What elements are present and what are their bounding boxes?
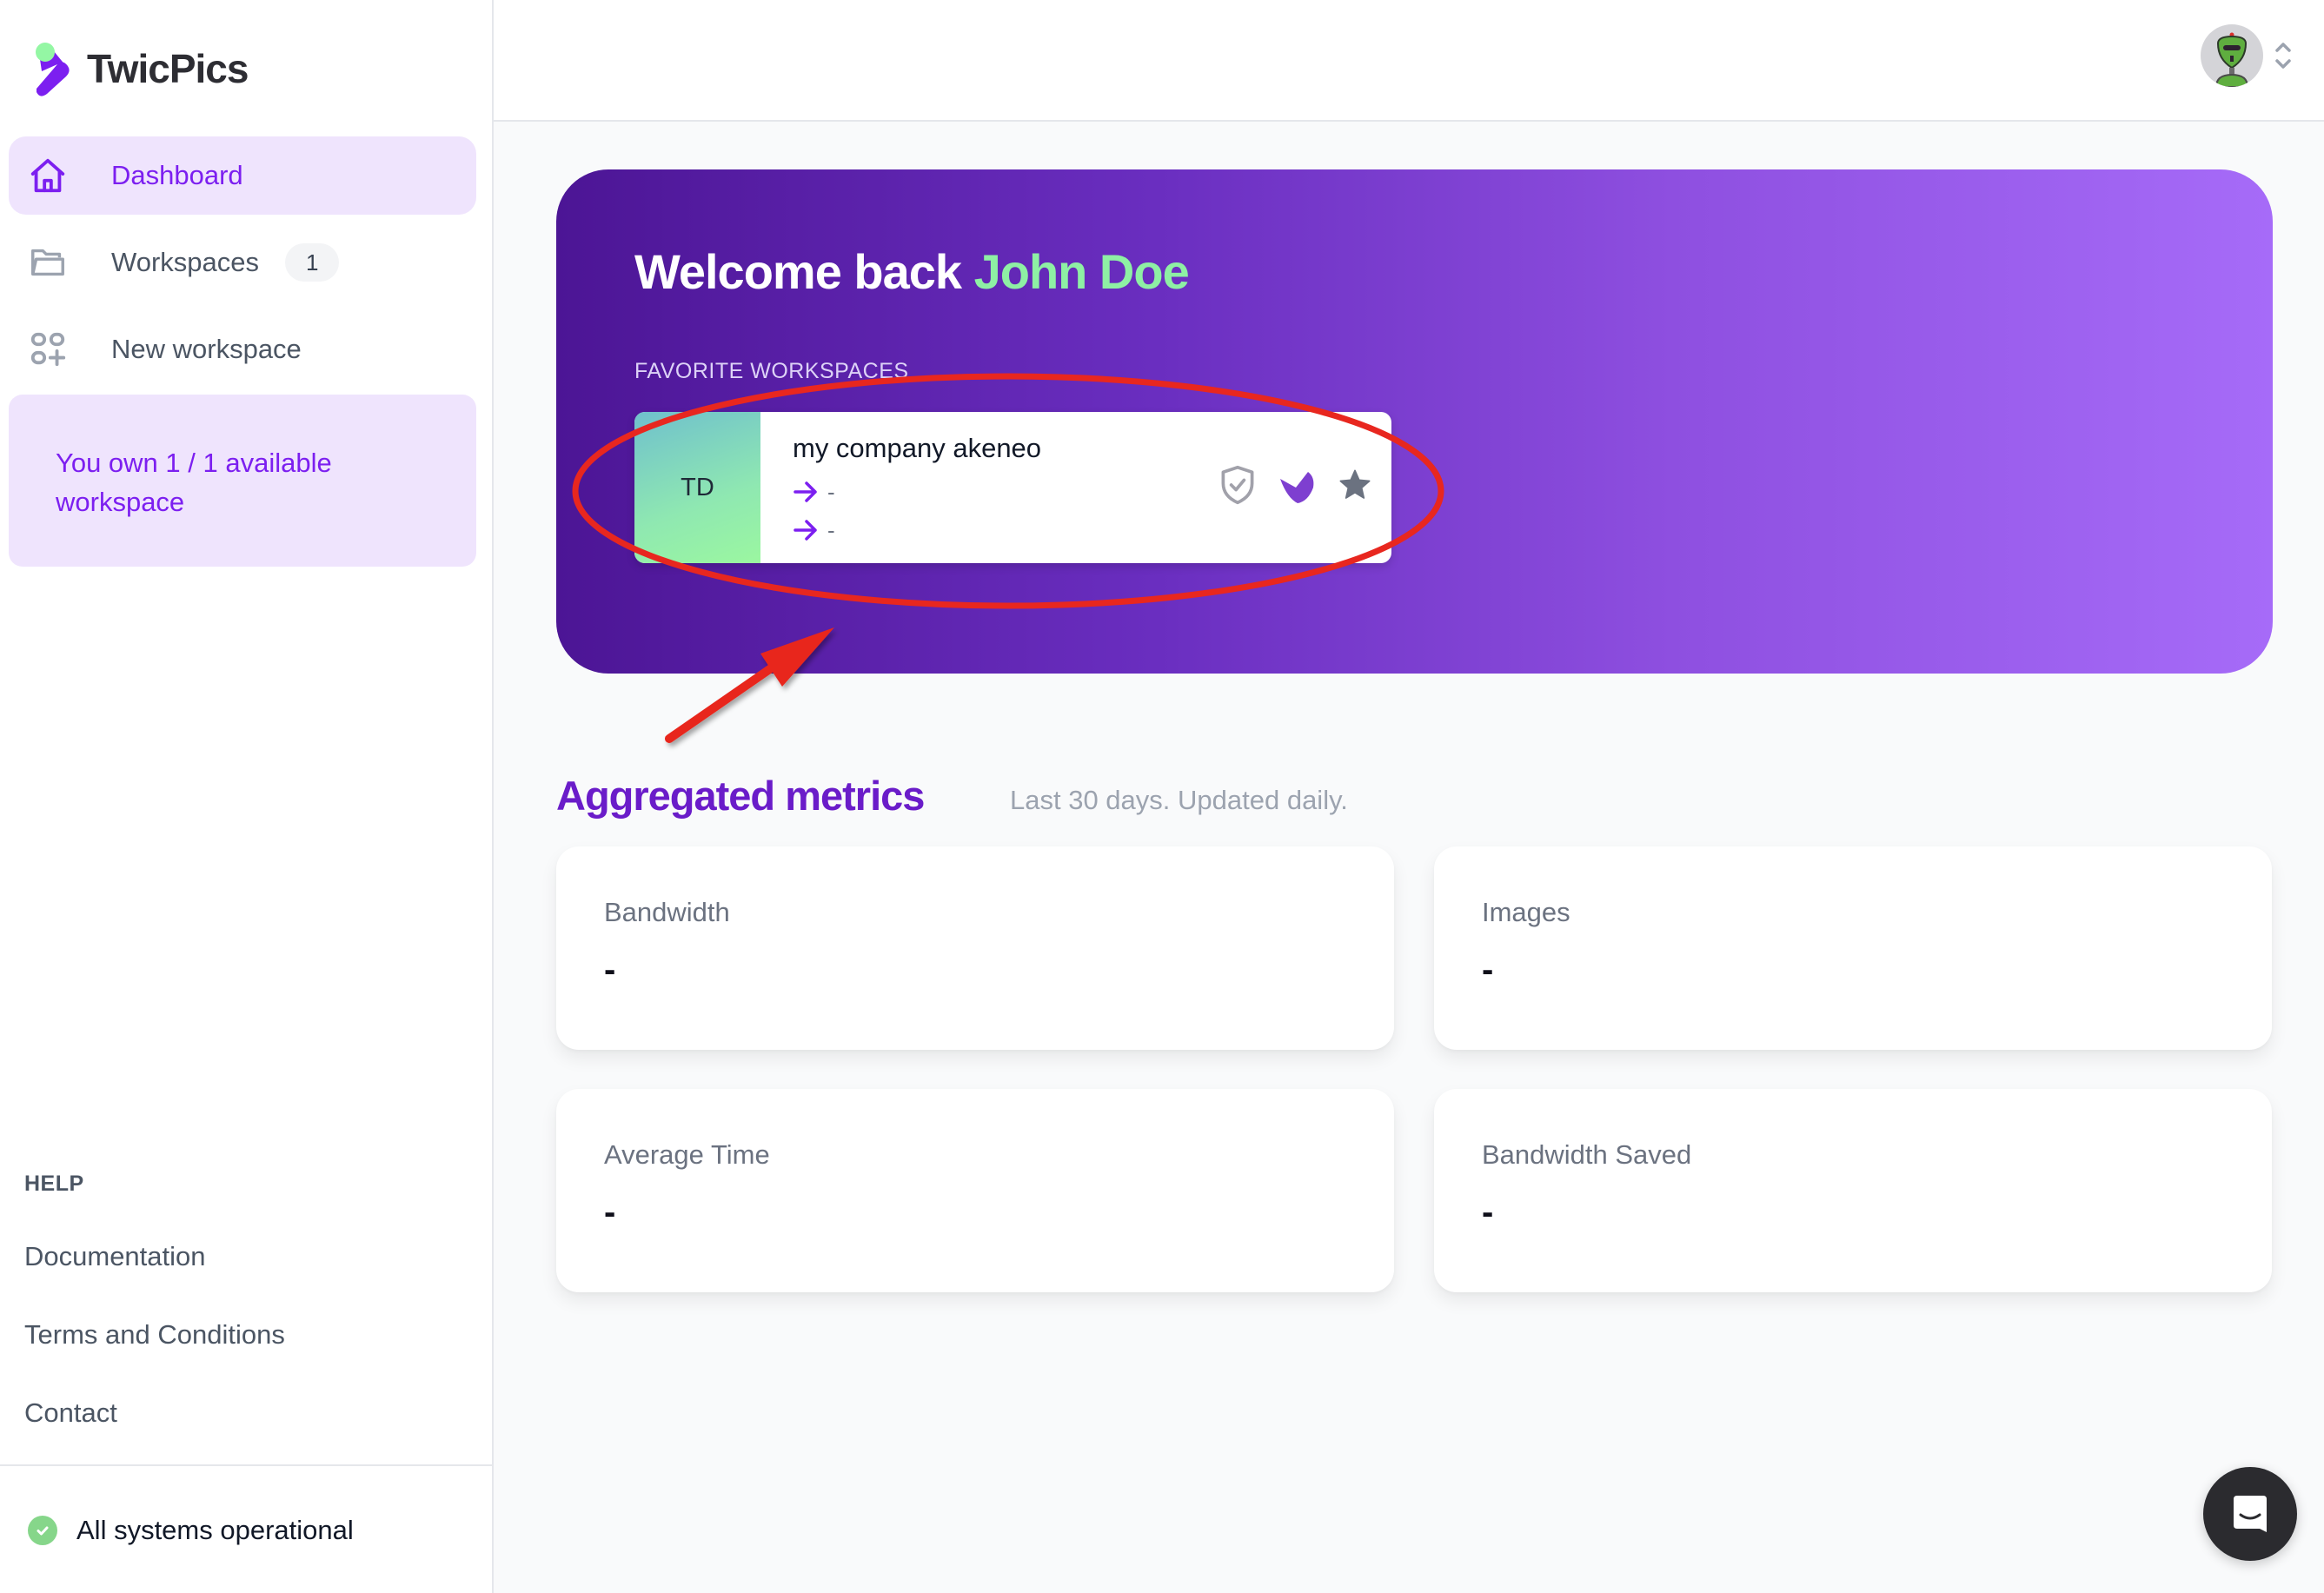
workspace-thumbnail: TD [634,412,760,563]
arrow-right-icon [793,520,817,541]
terms-link[interactable]: Terms and Conditions [24,1319,285,1351]
workspace-actions [1218,464,1372,506]
shield-check-icon [1218,464,1258,506]
metric-value: - [604,951,616,989]
sidebar: TwicPics Dashboard Workspaces 1 New work… [0,0,494,1593]
metric-card-bandwidth: Bandwidth - [556,846,1394,1050]
add-grid-icon [30,332,66,367]
user-avatar [2201,24,2263,87]
home-icon [30,158,65,193]
sidebar-item-label: Workspaces [111,247,259,277]
workspace-detail-value: - [827,478,835,505]
chat-bubble-icon [2234,1496,2267,1532]
help-section-title: HELP [24,1172,84,1196]
metric-value: - [604,1193,616,1231]
sidebar-item-workspaces[interactable]: Workspaces 1 [9,223,476,302]
sidebar-item-label: New workspace [111,334,302,364]
user-name: John Doe [973,244,1190,299]
twicpics-logo-icon [36,43,70,96]
status-text: All systems operational [76,1515,354,1545]
akeneo-logo-icon [1278,465,1317,505]
workspace-detail-value: - [827,516,835,543]
check-circle-icon [28,1516,57,1545]
metric-label: Average Time [604,1139,770,1170]
quota-text: You own 1 / 1 available workspace [56,448,332,517]
welcome-heading: Welcome back John Doe [634,243,1190,300]
app-logo[interactable]: TwicPics [31,40,249,97]
metric-value: - [1482,951,1494,989]
workspace-detail-row: - [793,511,1391,549]
top-header [494,0,2324,122]
welcome-banner: Welcome back John Doe FAVORITE WORKSPACE… [556,169,2273,674]
arrow-right-icon [793,481,817,502]
workspace-info: my company akeneo - - [760,412,1391,563]
favorite-workspace-card[interactable]: TD my company akeneo - - [634,412,1391,563]
metric-card-bandwidth-saved: Bandwidth Saved - [1434,1089,2272,1292]
workspaces-count-badge: 1 [285,243,340,282]
chevron-up-down-icon [2275,43,2291,69]
favorite-workspaces-label: FAVORITE WORKSPACES [634,359,909,383]
metrics-title: Aggregated metrics [556,773,925,819]
app-name: TwicPics [87,46,249,91]
workspace-initials: TD [681,473,714,501]
metric-card-average-time: Average Time - [556,1089,1394,1292]
metric-card-images: Images - [1434,846,2272,1050]
folder-icon [31,249,64,276]
metric-label: Bandwidth Saved [1482,1139,1692,1170]
contact-link[interactable]: Contact [24,1397,117,1429]
sidebar-nav: Dashboard Workspaces 1 New workspace [9,136,476,397]
workspace-name: my company akeneo [793,433,1042,463]
sidebar-item-new-workspace[interactable]: New workspace [9,310,476,388]
sidebar-item-label: Dashboard [111,160,243,190]
sidebar-item-dashboard[interactable]: Dashboard [9,136,476,215]
system-status[interactable]: All systems operational [28,1515,354,1546]
chat-launcher-button[interactable] [2203,1467,2297,1561]
sidebar-divider [0,1464,492,1466]
metrics-subtitle: Last 30 days. Updated daily. [1010,785,1348,815]
metric-value: - [1482,1193,1494,1231]
metric-label: Images [1482,897,1570,927]
welcome-prefix: Welcome back [634,244,962,299]
robot-avatar-icon [2214,32,2249,87]
documentation-link[interactable]: Documentation [24,1241,206,1272]
user-menu-button[interactable] [2201,24,2293,87]
favorite-star-icon[interactable] [1338,468,1372,502]
workspace-quota-notice: You own 1 / 1 available workspace [9,395,476,567]
metric-label: Bandwidth [604,897,730,927]
